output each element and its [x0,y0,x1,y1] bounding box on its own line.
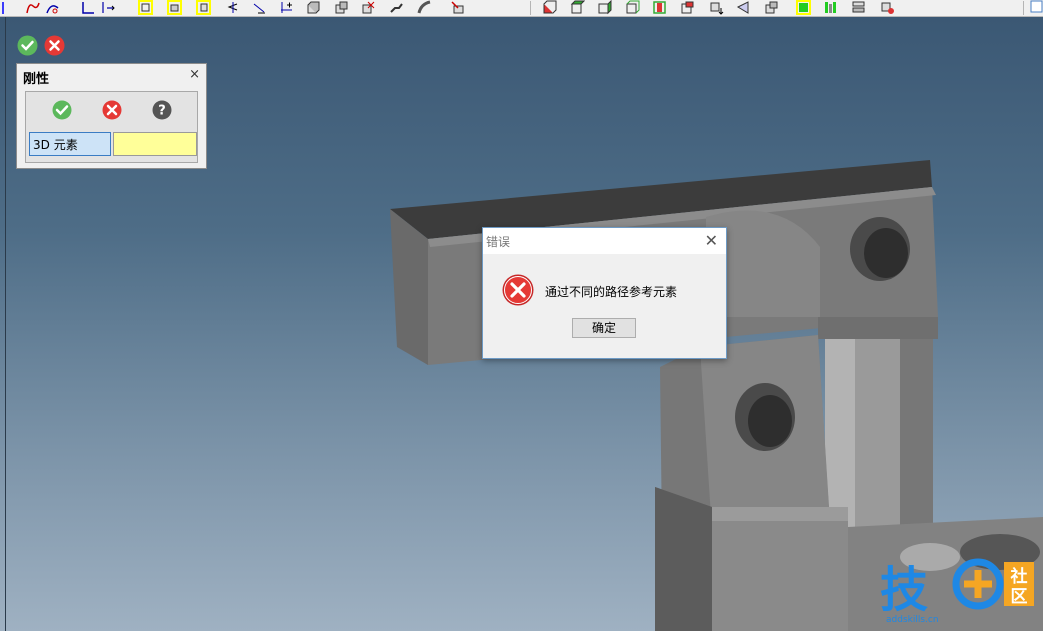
panel-cancel-button[interactable] [102,100,122,120]
dialog-body: 通过不同的路径参考元素 确定 [483,254,726,358]
toolbar [0,0,1043,17]
toolbar-box-icon[interactable] [1028,0,1043,15]
error-icon [502,274,534,306]
error-dialog: 错误 ✕ 通过不同的路径参考元素 确定 [482,227,727,359]
cube-arrow-icon[interactable] [708,0,725,15]
snap-corner-icon[interactable] [80,0,97,15]
arrow-left-icon[interactable] [224,0,241,15]
watermark-badge-top: 社 [1010,566,1028,587]
cross-icon [102,100,122,120]
shape-red-icon[interactable] [449,0,466,15]
cube-split-icon[interactable] [763,0,780,15]
cube-red-mark-icon[interactable] [879,0,896,15]
red-plane-icon[interactable] [651,0,668,15]
box-select-alt-icon[interactable] [166,0,183,15]
rigidity-panel: 刚性 × ? 3D 元素 [16,63,207,169]
solid-c-icon[interactable] [360,0,377,15]
check-icon [17,35,38,56]
sketch-path-alt-icon[interactable] [44,0,61,15]
frame-icon[interactable] [100,0,117,15]
box-select-icon[interactable] [137,0,154,15]
watermark-badge-bottom: 区 [1011,587,1028,607]
box-select-third-icon[interactable] [195,0,212,15]
check-icon [52,100,72,120]
dialog-titlebar: 错误 ✕ [483,228,726,254]
cancel-button[interactable] [44,35,65,56]
dialog-message: 通过不同的路径参考元素 [545,285,678,299]
panel-content: ? 3D 元素 [25,91,198,163]
dialog-title: 错误 [486,235,511,249]
toolbar-separator [1023,1,1024,15]
help-icon: ? [152,100,172,120]
green-cube-alt-icon[interactable] [596,0,613,15]
cone-icon[interactable] [735,0,752,15]
cube-highlight-icon[interactable] [679,0,696,15]
toolbar-separator [530,1,531,15]
watermark-logo: 技 社 区 addskills.cn [878,554,1038,626]
solid-d-icon[interactable] [388,0,405,15]
grid-add-icon[interactable] [278,0,295,15]
dialog-close-button[interactable]: ✕ [705,231,718,250]
svg-text:?: ? [158,104,166,119]
green-square-icon[interactable] [795,0,812,15]
watermark-logo-icon: 技 社 区 addskills.cn [880,558,1034,625]
arrow-point-icon[interactable] [251,0,268,15]
3d-element-field[interactable] [113,132,197,156]
green-cube-icon[interactable] [569,0,586,15]
sketch-path-icon[interactable] [24,0,41,15]
confirm-button[interactable] [17,35,38,56]
panel-help-button[interactable]: ? [152,100,172,120]
3d-element-label[interactable]: 3D 元素 [29,132,111,156]
ok-button[interactable]: 确定 [572,318,636,338]
curve-icon[interactable] [0,0,17,15]
solid-a-icon[interactable] [305,0,322,15]
curve-solid-icon[interactable] [416,0,433,15]
panel-title: 刚性 [23,72,50,87]
watermark-brand: 技 [880,562,928,618]
solid-b-icon[interactable] [333,0,350,15]
red-cube-icon[interactable] [541,0,558,15]
panel-close-button[interactable]: × [189,67,200,82]
watermark-url: addskills.cn [886,615,939,625]
green-bars-icon[interactable] [822,0,839,15]
cross-icon [44,35,65,56]
panel-ok-button[interactable] [52,100,72,120]
cube-outline-icon[interactable] [624,0,641,15]
stack-icon[interactable] [850,0,867,15]
